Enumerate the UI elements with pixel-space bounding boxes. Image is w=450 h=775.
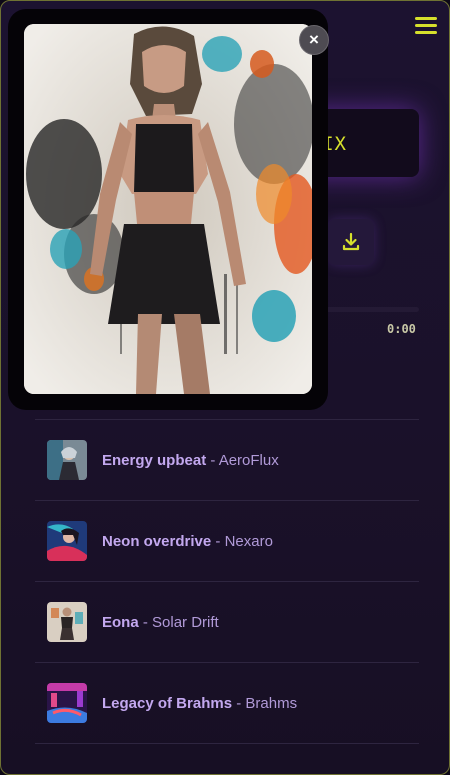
track-item[interactable]: Legacy of Brahms - Brahms [35, 662, 419, 744]
download-icon [342, 232, 360, 251]
cover-art-image [24, 24, 312, 394]
track-title: Eona [102, 613, 139, 631]
track-separator: - [232, 694, 246, 712]
app-frame: RIX 0:00 Energy upbeat - AeroFlux Neon o… [0, 0, 450, 775]
cover-modal: × [8, 9, 329, 410]
track-title: Legacy of Brahms [102, 694, 233, 712]
track-label: Neon overdrive - Nexaro [102, 533, 273, 550]
track-label: Eona - Solar Drift [102, 614, 219, 631]
track-label: Energy upbeat - AeroFlux [102, 452, 279, 469]
hamburger-menu-icon[interactable] [415, 17, 437, 35]
track-cover [47, 683, 87, 723]
close-icon: × [309, 30, 319, 49]
track-cover [47, 440, 87, 480]
track-item[interactable]: Energy upbeat - AeroFlux [35, 419, 419, 500]
track-cover [47, 602, 87, 642]
track-item[interactable]: Eona - Solar Drift [35, 581, 419, 662]
track-title: Neon overdrive [102, 532, 212, 550]
track-title: Energy upbeat [102, 451, 207, 469]
track-label: Legacy of Brahms - Brahms [102, 695, 297, 712]
track-item[interactable]: Neon overdrive - Nexaro [35, 500, 419, 581]
track-cover [47, 521, 87, 561]
close-button[interactable]: × [299, 25, 329, 55]
track-artist: Brahms [245, 694, 298, 712]
track-separator: - [206, 451, 219, 469]
track-artist: AeroFlux [218, 451, 279, 469]
download-button[interactable] [328, 219, 374, 265]
track-separator: - [138, 613, 153, 631]
track-artist: Nexaro [224, 532, 273, 550]
track-artist: Solar Drift [152, 613, 219, 631]
current-time: 0:00 [387, 322, 416, 336]
track-separator: - [211, 532, 225, 550]
track-list: Energy upbeat - AeroFlux Neon overdrive … [35, 419, 419, 744]
